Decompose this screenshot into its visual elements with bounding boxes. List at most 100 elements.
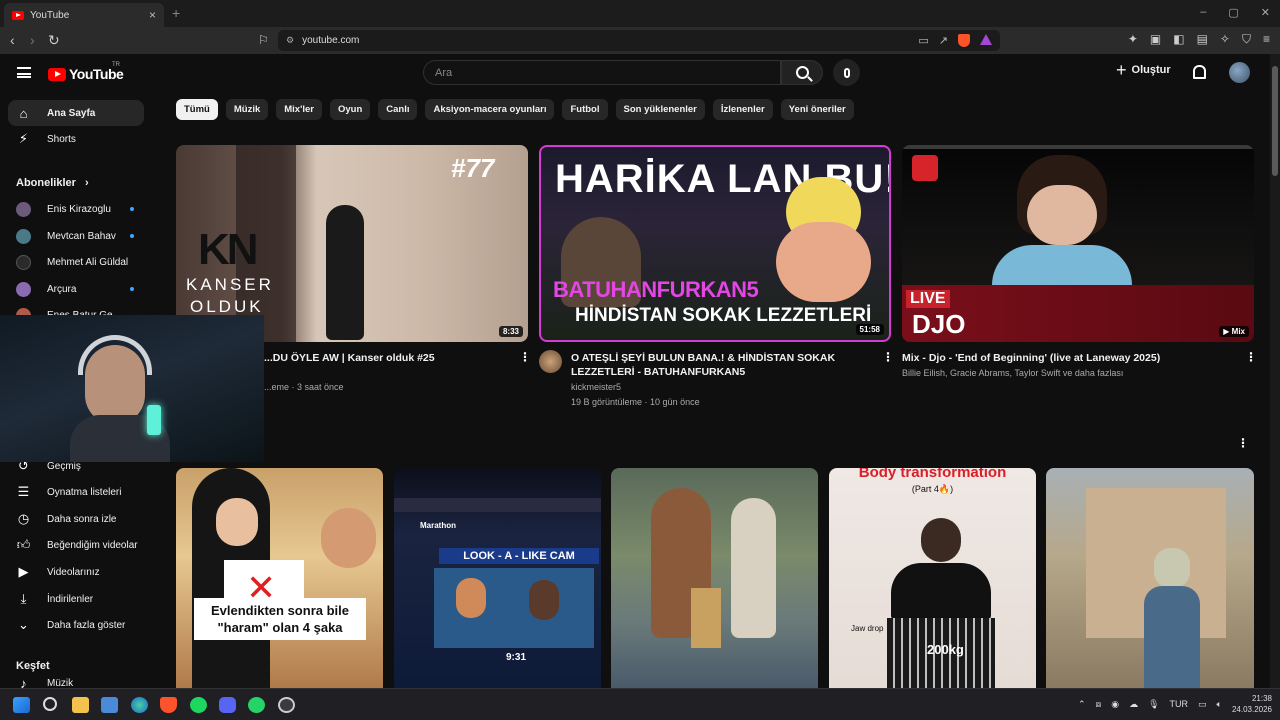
video-title-line1: O ATEŞLİ ŞEYİ BULUN BANA.! & HİNDİSTAN S… [571,352,836,364]
file-explorer-icon[interactable] [72,697,89,713]
chip-football[interactable]: Futbol [562,99,608,120]
scrollbar-thumb[interactable] [1272,66,1278,176]
language-indicator[interactable]: TUR [1170,699,1189,709]
sidebar-item-music[interactable]: ♪ Müzik [8,678,144,688]
microphone-icon [843,67,850,78]
sidebar-item-downloads[interactable]: ⤓ İndirilenler [8,586,144,612]
account-avatar[interactable] [1229,62,1250,83]
more-actions-icon[interactable]: ⋮ [882,350,894,364]
store-icon[interactable] [101,697,118,713]
back-icon[interactable]: ‹ [10,32,15,48]
chip-watched[interactable]: İzlenenler [712,99,773,120]
video-thumbnail[interactable]: LIVE DJO ▶ Mix [902,145,1254,342]
short-person-hair [921,518,961,562]
sidebar-item-subscription[interactable]: Mehmet Ali Güldal [8,249,144,275]
youtube-header: YouTube TR + Oluştur [0,54,1270,92]
brave-icon[interactable] [160,697,177,713]
music-icon: ♪ [20,678,27,688]
more-actions-icon[interactable]: ⋮ [519,350,531,364]
short-card[interactable]: ✕ Evlendikten sonra bile "haram" olan 4 … [176,468,383,688]
tab-close-icon[interactable]: × [149,8,156,22]
youtube-logo[interactable]: YouTube [48,66,124,82]
tray-app-icon[interactable]: ⧈ [1096,699,1102,710]
tray-overflow-icon[interactable]: ⌃ [1078,699,1086,710]
sidebar-item-subscription[interactable]: Mevtcan Bahav [8,223,144,249]
sidebar-item-your-videos[interactable]: ▶ Videolarınız [8,559,144,585]
create-button[interactable]: + Oluştur [1116,61,1171,79]
sidebar-item-watch-later[interactable]: ◷ Daha sonra izle [8,506,144,532]
browser-tab[interactable]: YouTube × [4,3,164,27]
chip-action-adventure[interactable]: Aksiyon-macera oyunları [425,99,555,120]
thumbnail-subtitle-text: HİNDİSTAN SOKAK LEZZETLERİ [575,305,872,326]
chip-gaming[interactable]: Oyun [329,99,371,120]
short-card[interactable]: Marathon LOOK - A - LIKE CAM 9:31 [394,468,601,688]
subscriptions-heading[interactable]: Abonelikler › [16,177,89,189]
chip-all[interactable]: Tümü [176,99,218,120]
edge-icon[interactable] [131,697,148,713]
forward-icon[interactable]: › [30,32,35,48]
sidebar-item-playlists[interactable]: ☰ Oynatma listeleri [8,479,144,505]
clock[interactable]: 21:38 24.03.2026 [1232,693,1272,715]
sidebar-icon[interactable]: ◧ [1173,32,1184,47]
bookmark-icon[interactable]: ⚐ [258,33,269,47]
menu-icon[interactable]: ≡ [1263,32,1270,47]
chip-live[interactable]: Canlı [378,99,418,120]
microphone-tray-icon[interactable]: 🎙︎ [1148,699,1159,710]
discord-icon[interactable] [219,697,236,713]
chip-new-to-you[interactable]: Yeni öneriler [780,99,854,120]
brave-rewards-icon[interactable] [980,34,992,45]
wallet-icon[interactable]: ▤ [1197,32,1208,47]
vpn-icon[interactable]: ⛉ [1242,32,1251,47]
sidebar-item-subscription[interactable]: Arçura [8,276,144,302]
video-title[interactable]: O ATEŞLİ ŞEYİ BULUN BANA.! & HİNDİSTAN S… [571,351,871,379]
address-bar[interactable]: ⚙ youtube.com ▭ ↗ [278,30,1000,51]
more-actions-icon[interactable]: ⋮ [1245,350,1257,364]
minimize-button[interactable]: – [1200,6,1206,19]
sidebar-item-liked-videos[interactable]: 👍︎ Beğendiğim videolar [8,532,144,558]
reload-icon[interactable]: ↻ [48,32,60,49]
whatsapp-icon[interactable] [248,697,265,713]
guide-menu-icon[interactable] [17,67,31,78]
new-tab-button[interactable]: + [172,5,180,21]
sidebar-item-subscription[interactable]: Enis Kirazoglu [8,196,144,222]
short-card[interactable]: Body transformation (Part 4🔥) Jaw drop 2… [829,468,1036,688]
tab-search-icon[interactable]: ▣ [1150,32,1161,47]
page-scrollbar[interactable] [1270,54,1280,688]
maximize-button[interactable]: ▢ [1228,6,1238,19]
share-icon[interactable]: ↗ [939,34,948,47]
jumbotron-face-right [529,580,559,620]
cast-icon[interactable]: ▭ [918,34,928,47]
short-card[interactable] [1046,468,1254,688]
channel-avatar[interactable] [539,350,562,373]
short-card[interactable] [611,468,818,688]
sidebar-item-show-more[interactable]: ⌄ Daha fazla göster [8,612,144,638]
network-icon[interactable]: ▭ [1198,699,1207,710]
tray-network-app-icon[interactable]: ☁ [1129,699,1138,710]
sidebar-item-home[interactable]: ⌂ Ana Sayfa [8,100,144,126]
tray-steam-icon[interactable]: ◉ [1111,699,1119,710]
extensions-icon[interactable]: ✦ [1128,32,1138,47]
spotify-icon[interactable] [190,697,207,713]
chip-recently-uploaded[interactable]: Son yüklenenler [615,99,705,120]
search-button[interactable] [781,60,823,85]
volume-icon[interactable]: 🔈︎ [1217,699,1222,710]
channel-name[interactable]: kickmeister5 [571,380,621,395]
voice-search-button[interactable] [833,59,860,86]
start-icon[interactable] [13,697,30,713]
video-thumbnail[interactable]: HARİKA LAN BU! BATUHANFURKAN5 HİNDİSTAN … [539,145,891,342]
search-icon[interactable] [43,697,57,711]
chip-mixes[interactable]: Mix'ler [276,99,322,120]
close-window-button[interactable]: ✕ [1261,6,1270,19]
leo-ai-icon[interactable]: ✧ [1220,32,1230,47]
brave-shield-icon[interactable] [958,34,970,47]
video-title[interactable]: ...DU ÖYLE AW | Kanser olduk #25 [264,351,514,365]
search-input[interactable] [435,61,780,84]
video-thumbnail[interactable]: #77 KN KANSER OLDUK 8:33 [176,145,528,342]
sidebar-item-shorts[interactable]: ⚡ Shorts [8,126,144,152]
app-icon[interactable] [278,697,295,713]
video-title[interactable]: Mix - Djo - 'End of Beginning' (live at … [902,351,1242,365]
chip-music[interactable]: Müzik [225,99,269,120]
site-info-icon[interactable]: ⚙ [286,35,294,46]
shorts-more-icon[interactable]: ⋮ [1237,436,1249,450]
notifications-bell-icon[interactable] [1193,65,1206,79]
